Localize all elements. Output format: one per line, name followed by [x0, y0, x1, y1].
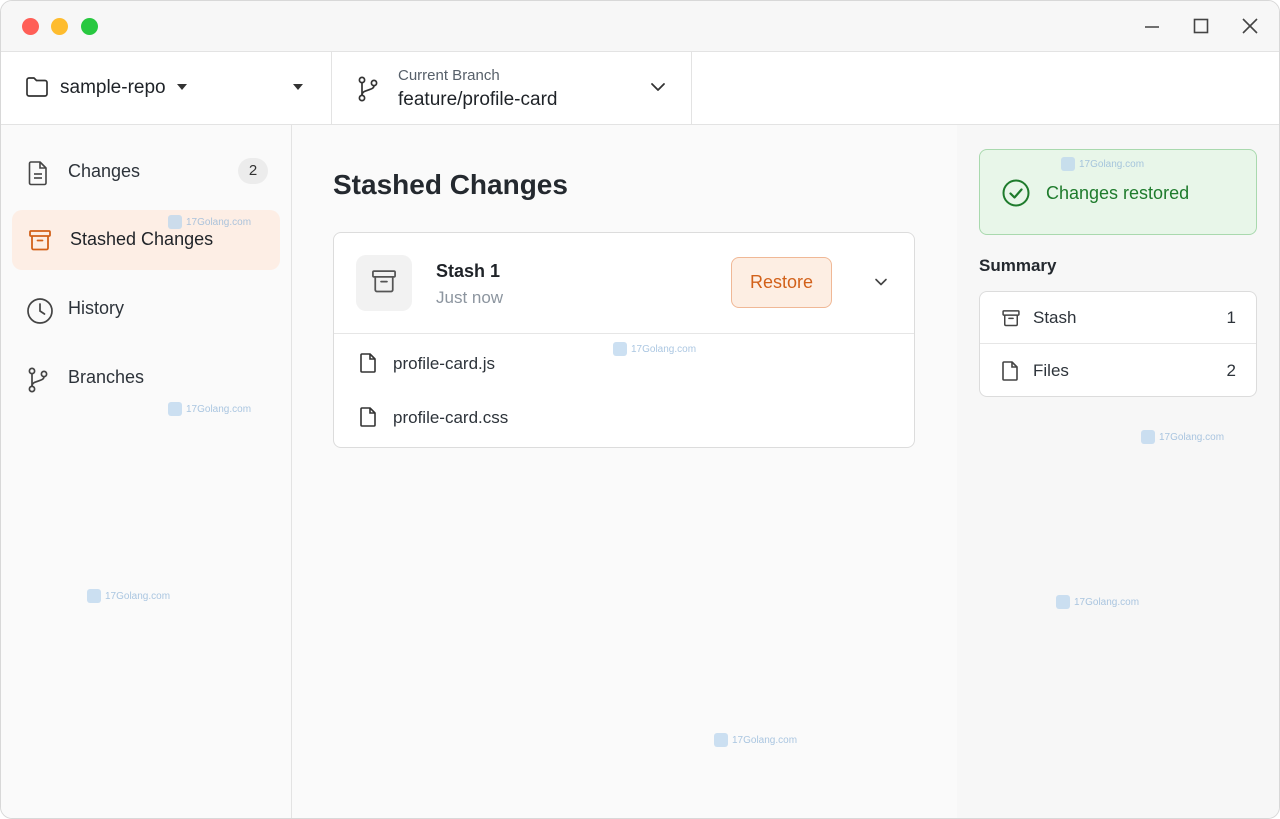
summary-card: Stash 1 Files 2: [979, 291, 1257, 397]
branch-selector[interactable]: Current Branch feature/profile-card: [332, 52, 692, 124]
close-traffic-light[interactable]: [22, 18, 39, 35]
watermark: 17Golang.com: [613, 342, 696, 356]
summary-row-files: Files 2: [980, 345, 1256, 397]
file-name: profile-card.css: [393, 408, 509, 427]
file-icon: [359, 353, 377, 378]
restore-button[interactable]: Restore: [731, 257, 832, 308]
repository-selector[interactable]: sample-repo: [1, 52, 332, 124]
watermark: 17Golang.com: [168, 215, 251, 229]
page-title: Stashed Changes: [333, 169, 568, 200]
sidebar-item-label: Stashed Changes: [70, 229, 214, 249]
main-content: Stashed Changes Stash 1 Just now Restore: [292, 125, 957, 818]
sidebar-item-branches[interactable]: Branches: [12, 348, 280, 408]
minimize-traffic-light[interactable]: [51, 18, 68, 35]
clock-icon: [26, 297, 54, 330]
sidebar: Changes 2 Stashed Changes History Branch…: [1, 125, 292, 818]
watermark: 17Golang.com: [87, 589, 170, 603]
watermark: 17Golang.com: [714, 733, 797, 747]
folder-icon: [25, 76, 49, 103]
stash-name: Stash 1: [436, 261, 501, 281]
close-icon[interactable]: [1239, 15, 1261, 37]
right-panel: Changes restored Summary Stash 1 Files 2: [957, 125, 1279, 818]
sidebar-item-changes[interactable]: Changes 2: [12, 142, 280, 202]
summary-label: Stash: [1033, 308, 1077, 327]
caret-down-icon[interactable]: [293, 84, 303, 90]
summary-label: Files: [1033, 361, 1069, 380]
current-branch-name: feature/profile-card: [398, 89, 558, 110]
minimize-icon[interactable]: [1141, 15, 1163, 37]
chevron-down-icon[interactable]: [873, 274, 889, 295]
branch-caption: Current Branch: [398, 67, 500, 84]
stash-header[interactable]: Stash 1 Just now Restore: [334, 233, 914, 334]
check-circle-icon: [1001, 178, 1031, 213]
file-icon: [359, 407, 377, 432]
watermark: 17Golang.com: [1061, 157, 1144, 171]
sidebar-item-label: Changes: [68, 161, 141, 181]
file-row[interactable]: profile-card.css: [334, 390, 914, 444]
changes-count-badge: 2: [238, 158, 268, 184]
stash-timestamp: Just now: [436, 288, 504, 307]
file-icon: [26, 160, 50, 191]
sidebar-item-label: History: [68, 298, 125, 318]
stash-icon-box: [356, 255, 412, 311]
chevron-down-icon[interactable]: [650, 79, 666, 100]
branch-icon: [357, 76, 379, 107]
watermark: 17Golang.com: [168, 402, 251, 416]
sidebar-item-label: Branches: [68, 367, 145, 387]
branch-icon: [26, 366, 50, 399]
summary-value: 2: [1226, 361, 1236, 380]
toast-message: Changes restored: [1046, 183, 1190, 203]
title-bar: [1, 1, 1279, 52]
caret-down-icon[interactable]: [177, 84, 187, 90]
zoom-traffic-light[interactable]: [81, 18, 98, 35]
maximize-icon[interactable]: [1190, 15, 1212, 37]
file-name: profile-card.js: [393, 354, 496, 373]
sidebar-item-history[interactable]: History: [12, 279, 280, 339]
stash-card: Stash 1 Just now Restore profile-card.js…: [333, 232, 915, 448]
archive-icon: [370, 267, 398, 300]
app-window: sample-repo Current Branch feature/profi…: [0, 0, 1280, 819]
summary-value: 1: [1226, 308, 1236, 327]
watermark: 17Golang.com: [1141, 430, 1224, 444]
file-icon: [1001, 361, 1019, 386]
archive-icon: [28, 228, 52, 257]
summary-title: Summary: [979, 256, 1057, 275]
archive-icon: [1001, 308, 1021, 333]
repository-name: sample-repo: [60, 77, 166, 98]
summary-row-stash: Stash 1: [980, 292, 1256, 344]
toolbar: sample-repo Current Branch feature/profi…: [1, 52, 1279, 125]
watermark: 17Golang.com: [1056, 595, 1139, 609]
